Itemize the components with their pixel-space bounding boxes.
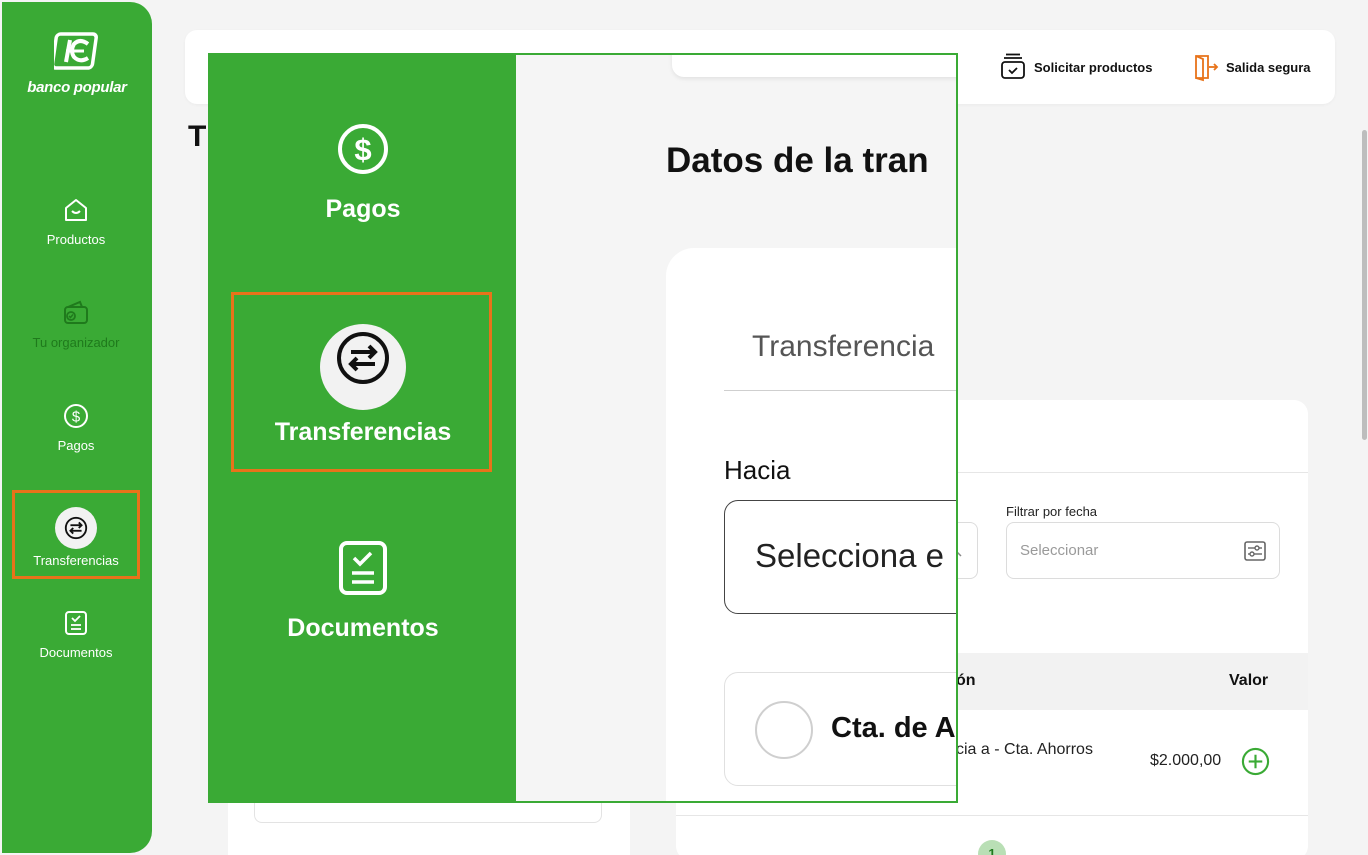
sidebar-item-transferencias[interactable]: Transferencias xyxy=(12,490,140,579)
document-icon xyxy=(339,541,387,595)
table-row-value: $2.000,00 xyxy=(1150,752,1222,769)
dollar-icon: $ xyxy=(64,404,88,428)
zoom-item-pagos[interactable]: $ Pagos xyxy=(210,121,516,224)
column-header-value: Valor xyxy=(1229,672,1269,689)
zoom-item-transferencias[interactable]: Transferencias xyxy=(210,324,516,447)
secure-exit-button[interactable]: Salida segura xyxy=(1190,52,1311,82)
exit-door-icon xyxy=(1195,55,1219,82)
zoom-item-label: Transferencias xyxy=(274,418,452,446)
active-indicator xyxy=(320,324,406,410)
sidebar-item-label: Pagos xyxy=(57,438,95,453)
secure-exit-label: Salida segura xyxy=(1226,59,1311,75)
sidebar: banco popular Productos Tu organizador $… xyxy=(2,2,152,853)
bank-logo-icon xyxy=(50,32,98,70)
sidebar-item-label: Productos xyxy=(46,232,106,247)
table-row-description: cia a - Cta. Ahorros xyxy=(956,741,1093,758)
sidebar-item-label: Transferencias xyxy=(33,553,119,568)
wallet-icon xyxy=(64,300,88,324)
zoom-account-name: Cta. de A xyxy=(831,712,956,744)
divider xyxy=(724,390,956,391)
zoom-header-fragment xyxy=(672,55,956,77)
box-check-icon xyxy=(1001,53,1025,79)
transfer-icon xyxy=(64,516,88,540)
sidebar-item-label: Tu organizador xyxy=(32,335,120,350)
bank-name: banco popular xyxy=(27,79,127,96)
zoom-to-label: Hacia xyxy=(724,455,791,485)
home-icon xyxy=(65,199,87,221)
zoom-item-documentos[interactable]: Documentos xyxy=(210,540,516,643)
request-products-label: Solicitar productos xyxy=(1034,59,1153,75)
svg-text:$: $ xyxy=(354,132,371,167)
date-filter-input[interactable]: Seleccionar xyxy=(1006,522,1280,579)
zoom-account-option[interactable]: Cta. de A xyxy=(724,672,956,786)
date-filter-label: Filtrar por fecha xyxy=(1006,504,1098,519)
zoom-main-content: Datos de la tran Transferencia Hacia Sel… xyxy=(516,55,956,801)
zoom-item-label: Pagos xyxy=(325,195,401,223)
radio-button[interactable] xyxy=(755,701,813,759)
scrollbar[interactable] xyxy=(1362,130,1367,440)
transfer-icon xyxy=(337,332,389,384)
sidebar-item-documentos[interactable]: Documentos xyxy=(12,597,140,685)
zoom-tab-transferencia[interactable]: Transferencia xyxy=(752,330,934,364)
active-indicator xyxy=(55,507,97,549)
svg-text:$: $ xyxy=(72,409,81,426)
zoom-select-placeholder: Selecciona e xyxy=(755,537,944,574)
column-header-description: ón xyxy=(956,672,976,689)
date-filter-placeholder: Seleccionar xyxy=(1020,542,1099,559)
page-title: T xyxy=(188,120,207,153)
filter-sliders-icon[interactable] xyxy=(1243,539,1267,563)
divider xyxy=(676,815,1308,816)
zoom-callout: $ Pagos Transferencias Documentos Datos … xyxy=(208,53,958,803)
bank-logo[interactable]: banco popular xyxy=(2,32,152,96)
sidebar-item-label: Documentos xyxy=(39,645,113,660)
dollar-icon: $ xyxy=(338,124,388,174)
sidebar-item-organizador[interactable]: Tu organizador xyxy=(12,287,140,375)
zoom-item-label: Documentos xyxy=(287,614,439,642)
zoom-sidebar: $ Pagos Transferencias Documentos xyxy=(210,55,516,801)
request-products-button[interactable]: Solicitar productos xyxy=(998,52,1152,82)
zoom-page-title: Datos de la tran xyxy=(666,141,929,180)
zoom-destination-select[interactable]: Selecciona e xyxy=(724,500,956,614)
sidebar-item-pagos[interactable]: $ Pagos xyxy=(12,390,140,478)
document-icon xyxy=(65,611,87,635)
add-circle-icon[interactable] xyxy=(1241,747,1270,776)
sidebar-item-productos[interactable]: Productos xyxy=(12,184,140,272)
